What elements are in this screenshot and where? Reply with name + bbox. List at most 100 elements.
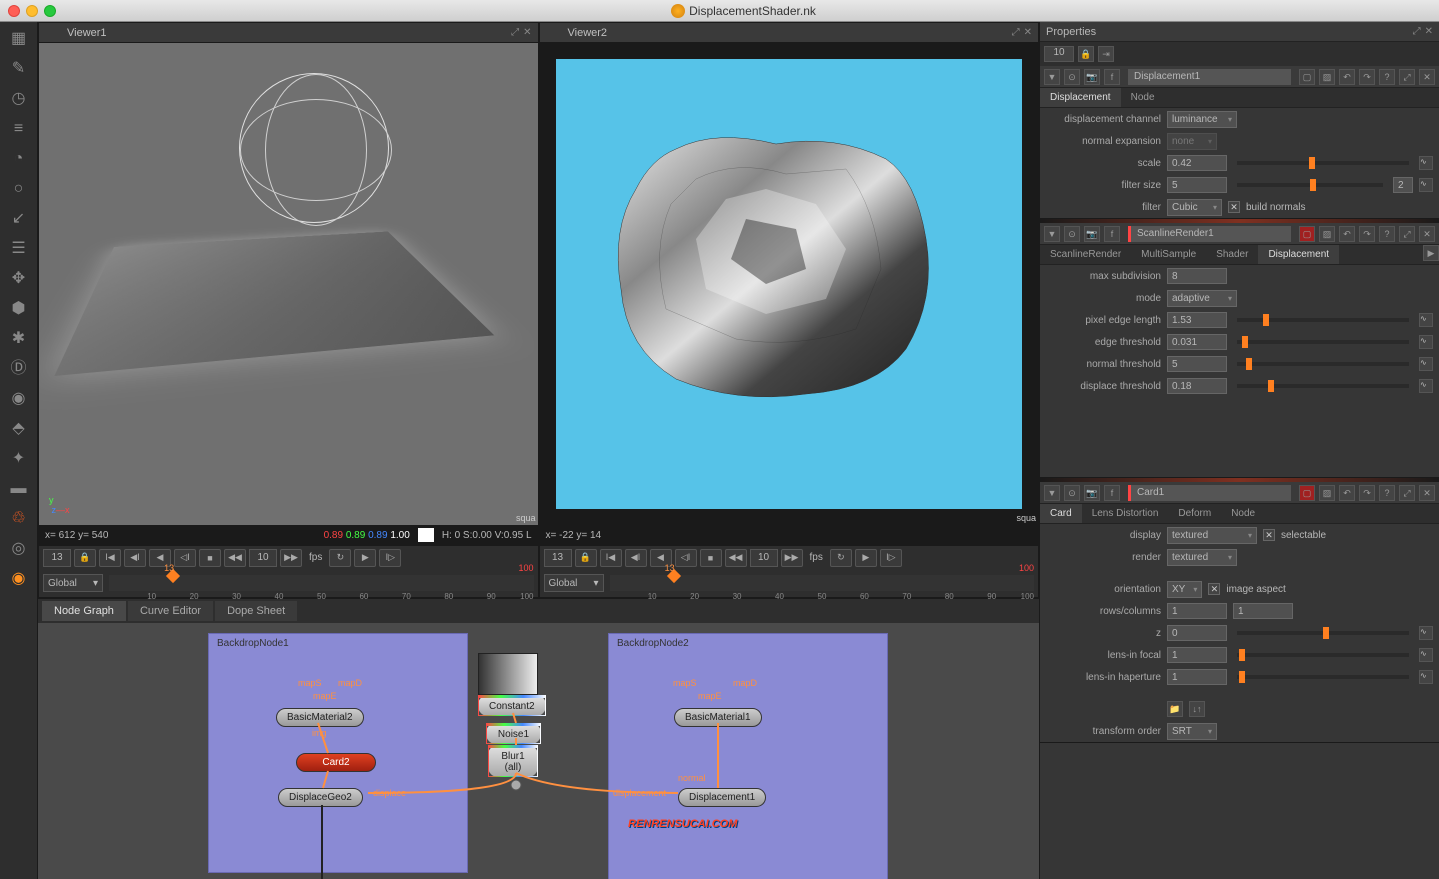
- pel-slider[interactable]: [1237, 318, 1409, 322]
- scope-dropdown[interactable]: Global▾: [544, 574, 604, 592]
- viewer1-close-icon[interactable]: ✕: [523, 27, 531, 38]
- tab-scroll-right-icon[interactable]: ▶: [1423, 245, 1439, 261]
- anim-icon[interactable]: ∿: [1419, 357, 1433, 371]
- tool-brush-icon[interactable]: ✎: [10, 60, 28, 78]
- tool-tag-icon[interactable]: ⬘: [10, 420, 28, 438]
- clear-icon[interactable]: ⇥: [1098, 46, 1114, 62]
- forward-button[interactable]: ▶▶: [280, 549, 302, 567]
- anim-icon[interactable]: ∿: [1419, 335, 1433, 349]
- displace-threshold-input[interactable]: 0.18: [1167, 378, 1227, 394]
- tab-card[interactable]: Card: [1040, 504, 1082, 523]
- folder-icon[interactable]: 📁: [1167, 701, 1183, 717]
- filter-size2-input[interactable]: 2: [1393, 177, 1413, 193]
- prev-key-button[interactable]: ◀I: [124, 549, 146, 567]
- normal-threshold-input[interactable]: 5: [1167, 356, 1227, 372]
- anim-icon[interactable]: ∿: [1419, 156, 1433, 170]
- tool-move-icon[interactable]: ✥: [10, 270, 28, 288]
- close-window-button[interactable]: [8, 5, 20, 17]
- viewer1-maximize-icon[interactable]: ⤢: [511, 27, 519, 38]
- orientation-dropdown[interactable]: XY: [1167, 581, 1202, 598]
- forward-button[interactable]: ▶▶: [781, 549, 803, 567]
- node-basicmaterial1[interactable]: BasicMaterial1: [674, 708, 762, 727]
- float-icon[interactable]: ⤢: [1399, 69, 1415, 85]
- close-panel-icon[interactable]: ✕: [1419, 485, 1435, 501]
- tool-channel-icon[interactable]: ≡: [10, 120, 28, 138]
- help-icon[interactable]: ?: [1379, 485, 1395, 501]
- viewer2-close-icon[interactable]: ✕: [1024, 27, 1032, 38]
- disp-channel-dropdown[interactable]: luminance: [1167, 111, 1237, 128]
- max-subdivision-input[interactable]: 8: [1167, 268, 1227, 284]
- current-frame-input[interactable]: 13: [544, 549, 572, 567]
- redo-icon[interactable]: ↷: [1359, 485, 1375, 501]
- minimize-window-button[interactable]: [26, 5, 38, 17]
- close-panel-icon[interactable]: ✕: [1419, 226, 1435, 242]
- camera-icon[interactable]: 📷: [1084, 226, 1100, 242]
- tab-shader[interactable]: Shader: [1206, 245, 1258, 264]
- tab-displacement[interactable]: Displacement: [1258, 245, 1339, 264]
- color2-icon[interactable]: ▨: [1319, 485, 1335, 501]
- normal-expansion-dropdown[interactable]: none: [1167, 133, 1217, 150]
- tool-spark-icon[interactable]: ✱: [10, 330, 28, 348]
- viewer1-timeline[interactable]: Global▾ 13 10 20 30 40 50 60 70 80 90 10…: [39, 569, 538, 597]
- step-back-button[interactable]: ◁I: [675, 549, 697, 567]
- tab-node[interactable]: Node: [1221, 504, 1265, 523]
- undo-icon[interactable]: ↶: [1339, 69, 1355, 85]
- filter-size-slider[interactable]: [1237, 183, 1383, 187]
- z-input[interactable]: 0: [1167, 625, 1227, 641]
- rows-input[interactable]: 1: [1167, 603, 1227, 619]
- camera-icon[interactable]: 📷: [1084, 69, 1100, 85]
- node-constant2[interactable]: Constant2: [478, 695, 546, 716]
- undo-icon[interactable]: ↶: [1339, 226, 1355, 242]
- lock-icon[interactable]: 🔒: [1078, 46, 1094, 62]
- color1-icon[interactable]: ▢: [1299, 69, 1315, 85]
- tab-node[interactable]: Node: [1121, 88, 1165, 107]
- color2-icon[interactable]: ▨: [1319, 226, 1335, 242]
- tab-dope-sheet[interactable]: Dope Sheet: [215, 601, 297, 621]
- collapse-icon[interactable]: ▼: [1044, 69, 1060, 85]
- tab-displacement[interactable]: Displacement: [1040, 88, 1121, 107]
- f-icon[interactable]: f: [1104, 485, 1120, 501]
- float-icon[interactable]: ⤢: [1399, 485, 1415, 501]
- step-back-button[interactable]: ◁I: [174, 549, 196, 567]
- scale-input[interactable]: 0.42: [1167, 155, 1227, 171]
- tab-lens-distortion[interactable]: Lens Distortion: [1082, 504, 1169, 523]
- anim-icon[interactable]: ∿: [1419, 379, 1433, 393]
- image-aspect-checkbox[interactable]: [1208, 583, 1220, 595]
- first-frame-button[interactable]: I◀: [99, 549, 121, 567]
- anim-icon[interactable]: ∿: [1419, 670, 1433, 684]
- panel-name-input[interactable]: ScanlineRender1: [1128, 226, 1291, 242]
- stop-button[interactable]: ■: [199, 549, 221, 567]
- help-icon[interactable]: ?: [1379, 226, 1395, 242]
- tool-d-icon[interactable]: Ⓓ: [10, 360, 28, 378]
- prop-close-icon[interactable]: ✕: [1425, 26, 1433, 37]
- tool-circle-icon[interactable]: ○: [10, 180, 28, 198]
- tab-node-graph[interactable]: Node Graph: [42, 601, 126, 621]
- rewind-button[interactable]: ◀◀: [725, 549, 747, 567]
- loop-button[interactable]: ↻: [329, 549, 351, 567]
- tool-wrench-icon[interactable]: ✦: [10, 450, 28, 468]
- properties-count[interactable]: 10: [1044, 46, 1074, 62]
- help-icon[interactable]: ?: [1379, 69, 1395, 85]
- play-button[interactable]: ▶: [354, 549, 376, 567]
- close-panel-icon[interactable]: ✕: [1419, 69, 1435, 85]
- lock-icon[interactable]: 🔒: [575, 549, 597, 567]
- tool-clock-icon[interactable]: ◷: [10, 90, 28, 108]
- anim-icon[interactable]: ∿: [1419, 313, 1433, 327]
- tab-scanlinerender[interactable]: ScanlineRender: [1040, 245, 1131, 264]
- tool-recycle-icon[interactable]: ♲: [10, 510, 28, 528]
- fps-input[interactable]: 10: [249, 549, 277, 567]
- viewer2-maximize-icon[interactable]: ⤢: [1012, 27, 1020, 38]
- panel-name-input[interactable]: Card1: [1128, 485, 1291, 501]
- dt-slider[interactable]: [1237, 384, 1409, 388]
- snap-icon[interactable]: ↓↑: [1189, 701, 1205, 717]
- lock-icon[interactable]: 🔒: [74, 549, 96, 567]
- node-blur1[interactable]: Blur1(all): [488, 745, 538, 777]
- tool-folder-icon[interactable]: ▬: [10, 480, 28, 498]
- loop-button[interactable]: ↻: [830, 549, 852, 567]
- edge-threshold-input[interactable]: 0.031: [1167, 334, 1227, 350]
- center-icon[interactable]: ⊙: [1064, 485, 1080, 501]
- display-dropdown[interactable]: textured: [1167, 527, 1257, 544]
- lens-in-focal-input[interactable]: 1: [1167, 647, 1227, 663]
- anim-icon[interactable]: ∿: [1419, 178, 1433, 192]
- undo-icon[interactable]: ↶: [1339, 485, 1355, 501]
